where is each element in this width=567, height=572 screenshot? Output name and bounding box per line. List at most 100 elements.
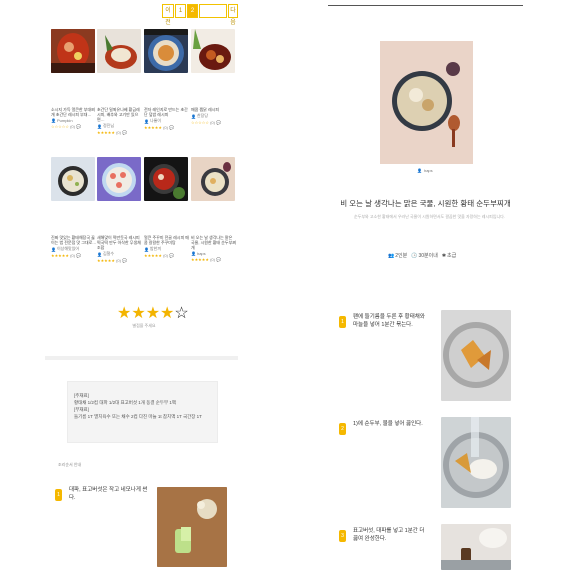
step-text: 표고버섯, 대파를 넣고 1분간 더 끓여 완성한다. xyxy=(353,528,425,542)
recipe-card[interactable]: 소시지 가득 얼큰한 부대찌개 초간단 레시피 부대… 👤 Pumpkin ☆☆☆… xyxy=(51,29,97,129)
food-photo-icon xyxy=(51,157,95,201)
comment-icon: 💬 xyxy=(169,253,175,258)
recipe-description: 순두부와 고소한 황태에서 우러난 국물이 시원하면서도 깔끔한 맛을 자랑하는… xyxy=(354,214,505,219)
comment-icon: 💬 xyxy=(76,253,82,258)
pagination-page-input[interactable] xyxy=(199,4,227,18)
user-icon: 👤 xyxy=(191,113,196,119)
recipe-card-author: 👤 찬장당 xyxy=(191,113,209,119)
comment-icon: 💬 xyxy=(76,124,82,129)
recipe-card-rating: ★★★★★ (0) 💬 xyxy=(97,258,128,263)
ingredients-line: 황태채 1/2컵 대파 1/2대 표고버섯 1개 동결 순두부 1팩 xyxy=(74,400,177,405)
recipe-card-rating: ☆☆☆☆☆ (0) 💬 xyxy=(191,120,222,125)
recipe-card-title[interactable]: 새해맞이 떡만둣국 레시피 떡국떡 만두 아삭한 무생채 조합 xyxy=(97,235,143,250)
star-filled-icon[interactable]: ★ xyxy=(117,305,131,322)
step-badge: 3 xyxy=(339,530,346,542)
recipe-thumbnail[interactable] xyxy=(191,29,235,73)
star-icons: ★★★★★ xyxy=(191,257,209,262)
food-photo-icon xyxy=(191,29,235,73)
hero-photo-image xyxy=(380,41,473,164)
star-icons: ☆☆☆☆☆ xyxy=(51,124,69,129)
recipe-card[interactable]: 진짜 맛있는 황태해장국 끓이는 법 전문점 맛 그대로… 👤 이상해맛있어 ★★… xyxy=(51,157,97,258)
difficulty-icon: ✱ xyxy=(441,252,447,259)
recipe-card-author: 👤 Pumpkin xyxy=(51,118,73,123)
servings-info: 👥 2인분 xyxy=(388,252,408,260)
user-icon: 👤 xyxy=(51,118,56,123)
recipe-card[interactable]: 초간단 밀푀유나베 황금레시피, 배추와 고기만 있으면… 👤 정진님 ★★★★★… xyxy=(97,29,143,135)
star-icons: ★★★★★ xyxy=(51,253,69,258)
recipe-thumbnail[interactable] xyxy=(97,157,141,201)
recipe-card-rating: ★★★★★ (0) 💬 xyxy=(191,257,222,262)
user-icon: 👤 xyxy=(144,118,149,124)
recipe-hero-photo xyxy=(380,41,473,164)
rating-stars-input[interactable]: ★★★★☆ xyxy=(117,306,189,322)
star-icons: ★★★★★ xyxy=(97,258,115,263)
star-filled-icon[interactable]: ★ xyxy=(160,305,174,322)
user-icon: 👤 xyxy=(97,123,102,129)
recipe-thumbnail[interactable] xyxy=(51,29,95,73)
recipe-card-author: 👤 김철수 xyxy=(97,251,115,257)
recipe-card-title[interactable]: 진짜 맛있는 황태해장국 끓이는 법 전문점 맛 그대로… xyxy=(51,235,97,245)
comment-icon: 💬 xyxy=(216,120,222,125)
recipe-thumbnail[interactable] xyxy=(144,157,188,201)
pagination-page[interactable]: 1 xyxy=(175,4,186,18)
steps-label: 조리순서 안내 xyxy=(58,462,82,467)
recipe-card-title[interactable]: 얼큰 주꾸미 전골 레시피 매콤 칼칼한 주꾸미탕 xyxy=(144,235,190,245)
step-photo-image xyxy=(157,487,227,567)
step-badge: 1 xyxy=(339,316,346,328)
star-filled-icon[interactable]: ★ xyxy=(146,305,160,322)
section-divider xyxy=(45,356,238,360)
step-photo xyxy=(157,487,227,567)
star-filled-icon[interactable]: ★ xyxy=(131,305,145,322)
recipe-thumbnail[interactable] xyxy=(191,157,235,201)
comment-icon: 💬 xyxy=(122,130,128,135)
user-icon: 👤 xyxy=(144,246,149,252)
recipe-card[interactable]: 비 오는 날 생각나는 맑은 국물, 시원한 황태 순두부찌개 👤 haps ★★… xyxy=(191,157,237,262)
step-text: 대파, 표고버섯은 작고 네모나게 썬다. xyxy=(69,487,148,501)
pagination-page-active[interactable]: 2 xyxy=(187,4,198,18)
recipe-card-author: 👤 이상해맛있어 xyxy=(51,246,80,252)
recipe-card-title[interactable]: 매콤 찜닭 레시피 xyxy=(191,107,237,112)
recipe-card-author: 👤 정진님 xyxy=(97,123,115,129)
recipe-author[interactable]: 👤 haps xyxy=(417,168,433,173)
header-divider xyxy=(328,5,523,6)
pagination: 이전 1 2 다음 xyxy=(162,4,239,26)
recipe-title: 비 오는 날 생각나는 맑은 국물, 시원한 황태 순두부찌개 xyxy=(340,199,511,208)
recipe-thumbnail[interactable] xyxy=(51,157,95,201)
step-text: 1)에 순두부, 물을 넣어 끓인다. xyxy=(353,421,423,427)
recipe-card[interactable]: 전자 레인지로 만드는 초간단 덮밥 레시피 👤 나롱이 ★★★★★ (0) 💬 xyxy=(144,29,190,130)
ingredients-heading: [주재료] xyxy=(74,393,89,398)
recipe-card-rating: ★★★★★ (0) 💬 xyxy=(97,130,128,135)
pagination-next[interactable]: 다음 xyxy=(228,4,238,26)
pagination-prev[interactable]: 이전 xyxy=(162,4,174,26)
recipe-card[interactable]: 새해맞이 떡만둣국 레시피 떡국떡 만두 아삭한 무생채 조합 👤 김철수 ★★★… xyxy=(97,157,143,263)
food-photo-icon xyxy=(97,29,141,73)
ingredients-box: [주재료] 황태채 1/2컵 대파 1/2대 표고버섯 1개 동결 순두부 1팩… xyxy=(67,381,218,443)
recipe-card-rating: ☆☆☆☆☆ (0) 💬 xyxy=(51,124,82,129)
food-photo-icon xyxy=(51,29,95,73)
comment-icon: 💬 xyxy=(216,257,222,262)
star-empty-icon[interactable]: ☆ xyxy=(174,305,188,322)
recipe-thumbnail[interactable] xyxy=(144,29,188,73)
recipe-card-rating: ★★★★★ (0) 💬 xyxy=(51,253,82,258)
star-icons: ★★★★★ xyxy=(144,253,162,258)
recipe-thumbnail[interactable] xyxy=(97,29,141,73)
recipe-card[interactable]: 매콤 찜닭 레시피 👤 찬장당 ☆☆☆☆☆ (0) 💬 xyxy=(191,29,237,125)
comment-icon: 💬 xyxy=(169,125,175,130)
user-icon: 👤 xyxy=(51,246,56,252)
recipe-card-title[interactable]: 초간단 밀푀유나베 황금레시피, 배추와 고기만 있으면… xyxy=(97,107,143,122)
recipe-card-title[interactable]: 전자 레인지로 만드는 초간단 덮밥 레시피 xyxy=(144,107,190,117)
food-photo-icon xyxy=(144,157,188,201)
recipe-card-title[interactable]: 소시지 가득 얼큰한 부대찌개 초간단 레시피 부대… xyxy=(51,107,97,117)
star-icons: ☆☆☆☆☆ xyxy=(191,120,209,125)
user-icon: 👤 xyxy=(97,251,102,257)
step-photo xyxy=(441,310,511,401)
recipe-card[interactable]: 얼큰 주꾸미 전골 레시피 매콤 칼칼한 주꾸미탕 👤 밥한끼 ★★★★★ (0)… xyxy=(144,157,190,258)
difficulty-info: ✱ 초급 xyxy=(441,252,457,260)
time-info: 🕒 30분이내 xyxy=(411,252,438,260)
food-photo-icon xyxy=(144,29,188,73)
step-badge: 2 xyxy=(339,423,346,435)
recipe-card-title[interactable]: 비 오는 날 생각나는 맑은 국물, 시원한 황태 순두부찌개 xyxy=(191,235,237,250)
step-photo-image xyxy=(441,310,511,401)
step-badge: 1 xyxy=(55,489,62,501)
recipe-meta: 👥 2인분 🕒 30분이내 ✱ 초급 xyxy=(388,252,457,260)
